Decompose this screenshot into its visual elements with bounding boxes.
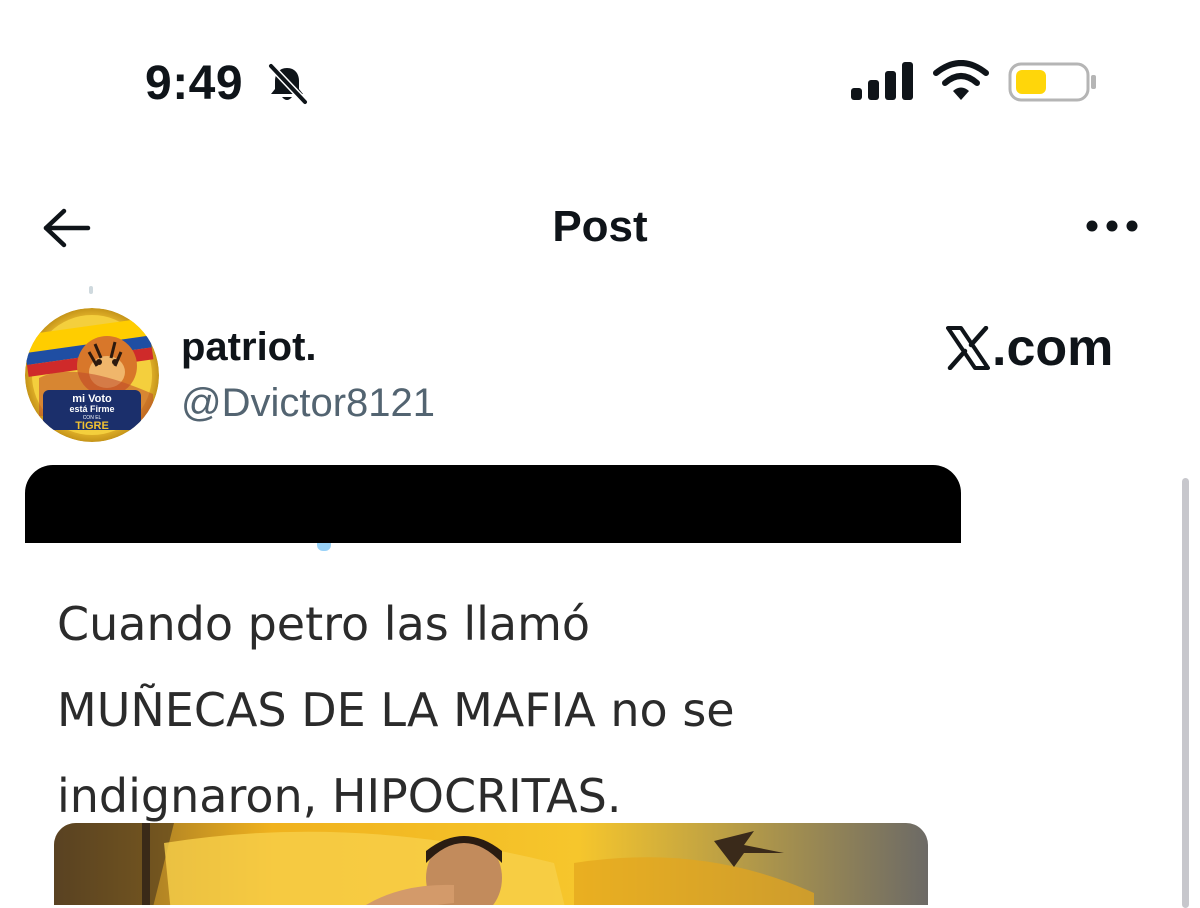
avatar[interactable]: mi Voto está Firme CON EL TIGRE	[25, 308, 159, 442]
post-image[interactable]: Cuando petro las llamó MUÑECAS DE LA MAF…	[25, 465, 961, 905]
author-handle: @Dvictor8121	[181, 381, 436, 425]
cellular-signal-icon	[851, 62, 913, 100]
svg-text:está Firme: está Firme	[69, 404, 114, 414]
x-watermark: .com	[946, 318, 1113, 378]
x-logo-icon	[946, 326, 990, 370]
cropped-mark	[317, 543, 331, 551]
status-time: 9:49	[145, 57, 244, 110]
salute-photo	[54, 823, 928, 905]
caption-line: MUÑECAS DE LA MAFIA no se	[57, 683, 735, 737]
caption-line: Cuando petro las llamó	[57, 597, 591, 651]
scrollbar[interactable]	[1182, 478, 1189, 908]
redaction-bar	[25, 465, 961, 543]
wifi-icon	[933, 60, 989, 100]
battery-icon	[1008, 62, 1096, 102]
embedded-photo	[54, 823, 928, 905]
battery-level	[1016, 70, 1046, 94]
thread-line	[89, 286, 93, 294]
svg-text:TIGRE: TIGRE	[75, 420, 109, 432]
author-display-name[interactable]: patriot.	[181, 322, 317, 372]
bell-slash-icon	[267, 62, 309, 106]
tiger-avatar-image: mi Voto está Firme CON EL TIGRE	[25, 308, 159, 442]
watermark-text: .com	[992, 319, 1114, 377]
image-caption-text: Cuando petro las llamó MUÑECAS DE LA MAF…	[57, 581, 957, 839]
more-horizontal-icon[interactable]	[1084, 212, 1140, 240]
page-title: Post	[552, 202, 648, 251]
